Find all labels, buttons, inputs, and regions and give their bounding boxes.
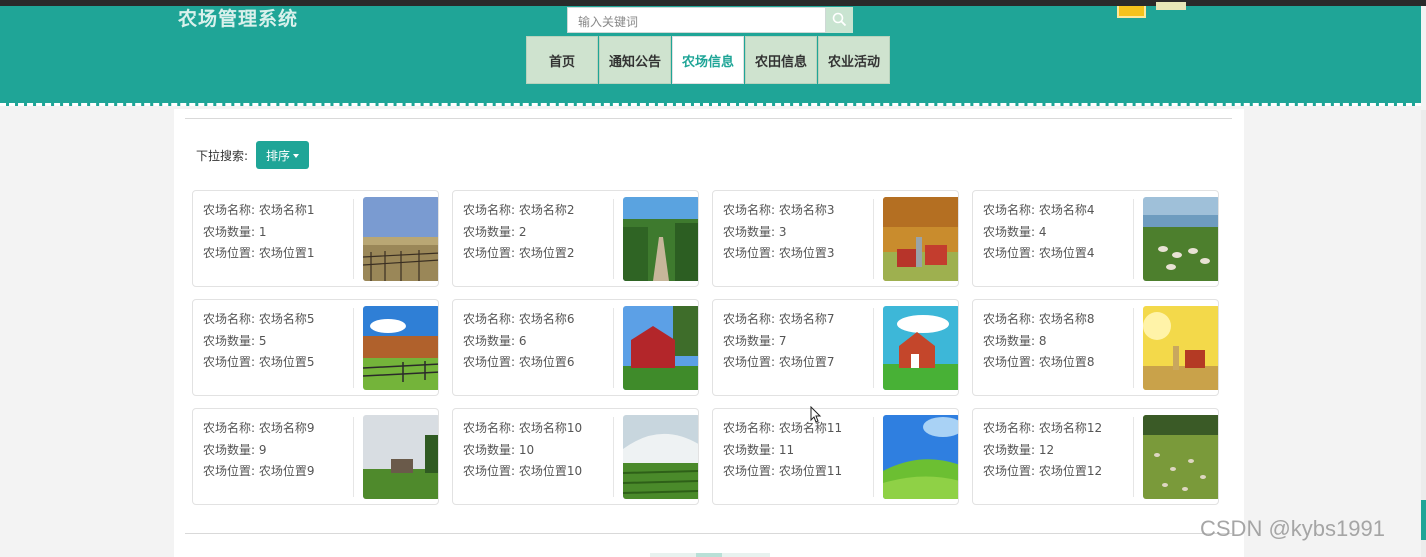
search-button[interactable]	[826, 7, 853, 33]
mouse-cursor-icon	[810, 406, 822, 423]
card-separator	[873, 417, 874, 497]
farm-image[interactable]	[883, 306, 958, 390]
farm-card[interactable]: 农场名称: 农场名称8 农场数量: 8 农场位置: 农场位置8	[972, 299, 1219, 396]
nav-notices[interactable]: 通知公告	[599, 36, 671, 84]
sort-label: 排序	[265, 148, 290, 163]
farm-image[interactable]	[623, 197, 698, 281]
card-separator	[613, 199, 614, 279]
divider	[185, 118, 1232, 119]
farm-card[interactable]: 农场名称: 农场名称9 农场数量: 9 农场位置: 农场位置9	[192, 408, 439, 505]
site-title: 农场管理系统	[178, 8, 299, 30]
scrollbar-thumb[interactable]	[1421, 500, 1426, 540]
sort-dropdown-button[interactable]: 排序	[256, 141, 309, 169]
main-nav: 首页 通知公告 农场信息 农田信息 农业活动	[526, 36, 890, 84]
card-separator	[353, 308, 354, 388]
farm-image[interactable]	[883, 415, 958, 499]
farm-location: 农场位置: 农场位置7	[723, 355, 835, 369]
filter-label: 下拉搜索:	[196, 149, 249, 163]
search-icon	[832, 12, 847, 27]
card-separator	[873, 199, 874, 279]
farm-location: 农场位置: 农场位置8	[983, 355, 1095, 369]
farm-card[interactable]: 农场名称: 农场名称4 农场数量: 4 农场位置: 农场位置4	[972, 190, 1219, 287]
farm-card[interactable]: 农场名称: 农场名称11 农场数量: 11 农场位置: 农场位置11	[712, 408, 959, 505]
farm-image[interactable]	[363, 197, 438, 281]
avatar[interactable]	[1117, 6, 1146, 18]
card-separator	[1133, 308, 1134, 388]
farm-count: 农场数量: 11	[723, 442, 795, 457]
pagination-active[interactable]	[696, 553, 722, 557]
farm-count: 农场数量: 10	[463, 442, 535, 457]
farm-count: 农场数量: 5	[203, 333, 267, 348]
farm-card[interactable]: 农场名称: 农场名称2 农场数量: 2 农场位置: 农场位置2	[452, 190, 699, 287]
watermark: CSDN @kybs1991	[1200, 516, 1385, 541]
farm-name: 农场名称: 农场名称10	[463, 421, 583, 435]
farm-image[interactable]	[623, 306, 698, 390]
farm-card[interactable]: 农场名称: 农场名称10 农场数量: 10 农场位置: 农场位置10	[452, 408, 699, 505]
farm-name: 农场名称: 农场名称7	[723, 312, 835, 326]
farm-card[interactable]: 农场名称: 农场名称1 农场数量: 1 农场位置: 农场位置1	[192, 190, 439, 287]
farm-location: 农场位置: 农场位置11	[723, 464, 843, 478]
nav-activities[interactable]: 农业活动	[818, 36, 890, 84]
user-name[interactable]	[1156, 2, 1186, 10]
farm-image[interactable]	[623, 415, 698, 499]
farm-name: 农场名称: 农场名称4	[983, 203, 1095, 217]
farm-location: 农场位置: 农场位置9	[203, 464, 315, 478]
farm-count: 农场数量: 9	[203, 442, 267, 457]
divider	[185, 533, 1232, 534]
farm-count: 农场数量: 4	[983, 224, 1047, 239]
farm-card[interactable]: 农场名称: 农场名称7 农场数量: 7 农场位置: 农场位置7	[712, 299, 959, 396]
farm-location: 农场位置: 农场位置4	[983, 246, 1095, 260]
farm-name: 农场名称: 农场名称6	[463, 312, 575, 326]
farm-location: 农场位置: 农场位置5	[203, 355, 315, 369]
card-separator	[613, 308, 614, 388]
farm-image[interactable]	[883, 197, 958, 281]
farm-count: 农场数量: 1	[203, 224, 267, 239]
nav-farm-info[interactable]: 农场信息	[672, 36, 744, 84]
farm-count: 农场数量: 3	[723, 224, 787, 239]
farm-image[interactable]	[363, 415, 438, 499]
farm-name: 农场名称: 农场名称8	[983, 312, 1095, 326]
farm-image[interactable]	[363, 306, 438, 390]
nav-home[interactable]: 首页	[526, 36, 598, 84]
farm-name: 农场名称: 农场名称1	[203, 203, 315, 217]
farm-image[interactable]	[1143, 415, 1218, 499]
farm-card[interactable]: 农场名称: 农场名称6 农场数量: 6 农场位置: 农场位置6	[452, 299, 699, 396]
farm-count: 农场数量: 2	[463, 224, 527, 239]
farm-card[interactable]: 农场名称: 农场名称12 农场数量: 12 农场位置: 农场位置12	[972, 408, 1219, 505]
farm-name: 农场名称: 农场名称2	[463, 203, 575, 217]
farm-name: 农场名称: 农场名称12	[983, 421, 1103, 435]
farm-card[interactable]: 农场名称: 农场名称5 农场数量: 5 农场位置: 农场位置5	[192, 299, 439, 396]
farm-count: 农场数量: 6	[463, 333, 527, 348]
farm-location: 农场位置: 农场位置12	[983, 464, 1103, 478]
farm-count: 农场数量: 7	[723, 333, 787, 348]
farm-location: 农场位置: 农场位置10	[463, 464, 583, 478]
farm-count: 农场数量: 8	[983, 333, 1047, 348]
card-separator	[1133, 417, 1134, 497]
farm-name: 农场名称: 农场名称9	[203, 421, 315, 435]
farm-card[interactable]: 农场名称: 农场名称3 农场数量: 3 农场位置: 农场位置3	[712, 190, 959, 287]
farm-name: 农场名称: 农场名称11	[723, 421, 843, 435]
card-separator	[1133, 199, 1134, 279]
farm-image[interactable]	[1143, 197, 1218, 281]
farm-image[interactable]	[1143, 306, 1218, 390]
farm-location: 农场位置: 农场位置3	[723, 246, 835, 260]
nav-field-info[interactable]: 农田信息	[745, 36, 817, 84]
search-input[interactable]: 输入关键词	[567, 7, 826, 33]
pagination[interactable]	[650, 553, 770, 557]
farm-location: 农场位置: 农场位置2	[463, 246, 575, 260]
caret-down-icon	[293, 153, 299, 158]
scrollbar-track[interactable]	[1421, 110, 1426, 557]
farm-name: 农场名称: 农场名称5	[203, 312, 315, 326]
card-separator	[873, 308, 874, 388]
farm-name: 农场名称: 农场名称3	[723, 203, 835, 217]
farm-count: 农场数量: 12	[983, 442, 1055, 457]
farm-location: 农场位置: 农场位置6	[463, 355, 575, 369]
card-separator	[613, 417, 614, 497]
card-separator	[353, 417, 354, 497]
farm-location: 农场位置: 农场位置1	[203, 246, 315, 260]
card-separator	[353, 199, 354, 279]
